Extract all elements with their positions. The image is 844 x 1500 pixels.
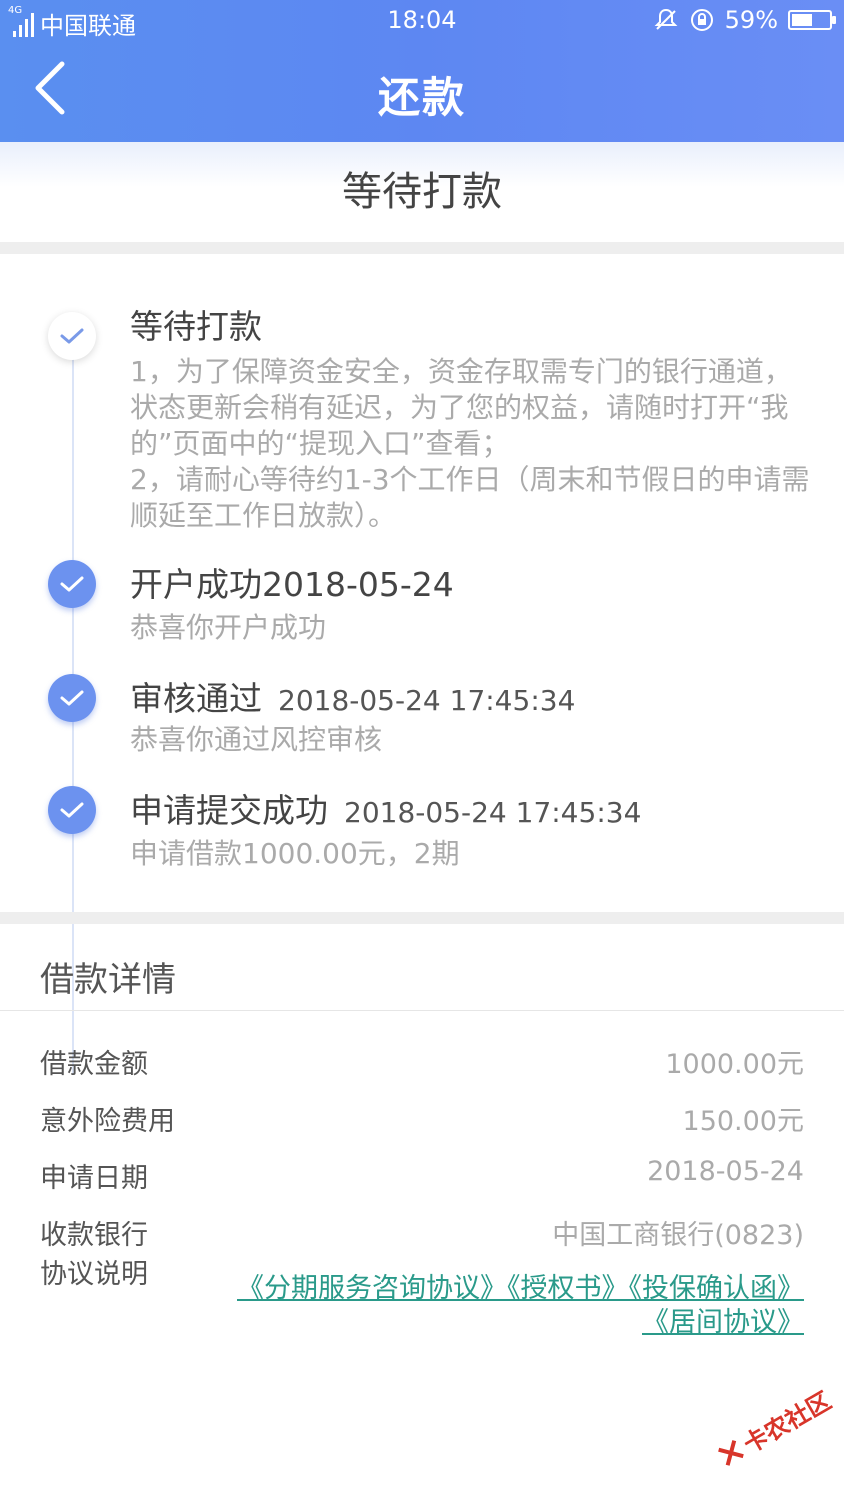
step-description: 恭喜你开户成功	[130, 611, 327, 644]
step-description: 1，为了保障资金安全，资金存取需专门的银行通道，状态更新会稍有延迟，为了您的权益…	[130, 355, 810, 532]
battery-percent: 59%	[724, 6, 778, 34]
detail-label: 借款金额	[40, 1049, 148, 1080]
battery-level	[792, 14, 812, 26]
divider	[0, 1010, 844, 1011]
step-title: 审核通过 2018-05-24 17:45:34	[130, 679, 576, 718]
progress-timeline: 等待打款 1，为了保障资金安全，资金存取需专门的银行通道，状态更新会稍有延迟，为…	[0, 254, 844, 1074]
check-icon	[48, 786, 96, 834]
detail-label: 意外险费用	[40, 1106, 175, 1137]
detail-value: 150.00元	[682, 1106, 804, 1137]
watermark-text: 卡农社区	[738, 1386, 836, 1459]
app-header: 4G 中国联通 18:04 59% 还款	[0, 0, 844, 142]
detail-row-date: 申请日期 2018-05-24	[40, 1156, 804, 1196]
detail-row-bank: 收款银行 中国工商银行(0823)	[40, 1213, 804, 1253]
section-title: 借款详情	[40, 960, 176, 1000]
step-timestamp: 2018-05-24 17:45:34	[278, 684, 576, 717]
agreement-link-insurance[interactable]: 《投保确认函》	[629, 1273, 805, 1304]
detail-value: 1000.00元	[665, 1049, 804, 1080]
step-description: 申请借款1000.00元，2期	[130, 837, 460, 870]
step-title: 等待打款	[130, 307, 262, 346]
detail-label: 收款银行	[40, 1220, 148, 1251]
step-title: 开户成功2018-05-24	[130, 565, 454, 604]
mute-bell-icon	[654, 8, 678, 30]
watermark: 卡农社区	[712, 1381, 837, 1473]
check-icon	[48, 312, 96, 360]
agreement-label: 协议说明	[40, 1259, 148, 1290]
status-banner: 等待打款	[0, 142, 844, 242]
step-timestamp: 2018-05-24 17:45:34	[344, 796, 642, 829]
detail-label: 申请日期	[40, 1163, 148, 1194]
detail-value: 中国工商银行(0823)	[552, 1220, 804, 1251]
step-description: 恭喜你通过风控审核	[130, 723, 383, 756]
battery-icon	[788, 10, 836, 30]
rotation-lock-icon	[690, 9, 713, 31]
agreement-link-service[interactable]: 《分期服务咨询协议》	[237, 1273, 507, 1304]
agreement-link-intermediary[interactable]: 《居间协议》	[642, 1307, 804, 1338]
detail-value: 2018-05-24	[647, 1156, 804, 1187]
status-bar: 4G 中国联通 18:04 59%	[0, 0, 844, 44]
nav-bar: 还款	[0, 44, 844, 142]
detail-row-amount: 借款金额 1000.00元	[40, 1042, 804, 1082]
agreement-link-authorization[interactable]: 《授权书》	[507, 1273, 629, 1304]
divider	[0, 242, 844, 254]
page-title: 还款	[377, 73, 466, 122]
detail-row-insurance: 意外险费用 150.00元	[40, 1099, 804, 1139]
step-title: 申请提交成功 2018-05-24 17:45:34	[130, 791, 642, 830]
check-icon	[48, 674, 96, 722]
divider	[0, 912, 844, 924]
agreement-links: 《分期服务咨询协议》《授权书》《投保确认函》《居间协议》	[230, 1272, 804, 1340]
check-icon	[48, 560, 96, 608]
status-right: 59%	[653, 6, 836, 34]
